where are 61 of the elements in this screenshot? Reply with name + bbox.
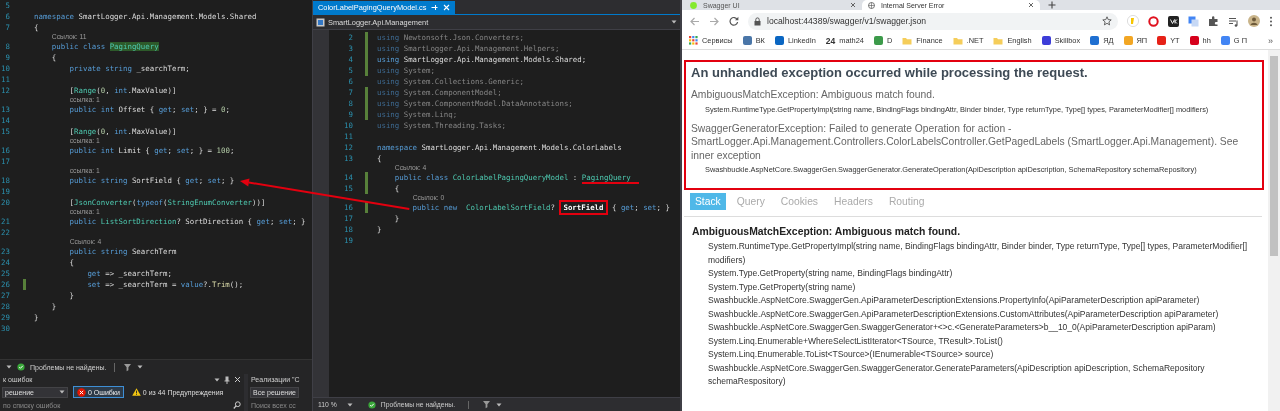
filter-icon[interactable] [123,362,133,372]
close-icon[interactable] [1028,2,1034,8]
stack-frame: System.Type.GetProperty(string name) [684,280,1264,294]
stack-frame: Swashbuckle.AspNetCore.SwaggerGen.SwaggerGenerator+<>c.<GenerateParameters>b__10_0(ApiParameterDescription apiParam) [684,321,1264,335]
site-icon [1041,36,1051,45]
exception-message: AmbiguousMatchException: Ambiguous match found. [691,88,936,102]
caret-icon [59,389,65,395]
site-icon [1157,36,1167,45]
caret-icon [346,401,353,408]
caret-icon [671,19,677,25]
check-icon [17,363,25,371]
site-icon [1123,36,1133,45]
stack-frame: System.Linq.Enumerable+WhereSelectListIterator<TSource, TResult>.ToList() [684,334,1264,348]
ring-icon[interactable] [1148,15,1159,27]
filter-icon[interactable] [482,400,492,409]
translate-icon[interactable] [1188,15,1199,27]
error-heading: An unhandled exception occurred while processing the request. [691,65,1089,80]
reload-icon[interactable] [729,16,739,26]
site-icon [742,36,752,45]
avatar-icon[interactable] [1248,15,1260,27]
lock-icon [754,16,761,26]
stack-frame: System.Type.GetProperty(string name, BindingFlags bindingAttr) [684,267,1264,281]
menu-icon[interactable] [1269,15,1273,27]
stack-frame: Swashbuckle.AspNetCore.SwaggerGen.ApiParameterDescriptionExtensions.CustomAttributes(ApiParameterDescription apiParameter) [684,307,1264,321]
globe-icon [868,1,875,9]
caret-icon[interactable] [6,364,12,370]
extension-icon[interactable] [1168,15,1179,27]
pin-icon[interactable] [431,4,439,11]
puzzle-icon[interactable] [1208,15,1219,27]
stack-frame: Swashbuckle.AspNetCore.SwaggerGen.SwaggerGenerator.GenerateParameters(ApiDescription apiDescription, SchemaRepository schemaRespository) [684,361,1264,389]
apps-icon [689,36,698,45]
playlist-icon[interactable] [1228,15,1239,27]
stack-frame: System.RuntimeType.GetPropertyImpl(string name, BindingFlags bindingAttr, Binder binder, Type returnType, Type[] types, ParameterModifier[] modifiers) [684,240,1264,267]
stack-frame: System.Linq.Enumerable.ToList<TSource>(IEnumerable<TSource> source) [684,348,1264,362]
leaf-icon [690,1,697,9]
caret-icon[interactable] [496,401,503,408]
pin-icon[interactable] [224,375,230,384]
stack-heading: AmbiguousMatchException: Ambiguous match found. [692,226,962,237]
warning-icon [131,388,141,396]
site-icon [1090,36,1100,45]
caret-icon[interactable] [137,364,144,370]
caret-icon[interactable] [214,376,220,383]
site-icon [774,36,784,45]
address-bar[interactable]: localhost:44389/swagger/v1/swagger.json [748,12,1118,30]
exception-message: SwaggerGeneratorException: Failed to generate Operation for action - SmartLogger.Api.Management.Controllers.ColorLabelsController.GetPagedLabels (SmartLogger.Api.Management). See inner exception [691,121,1240,162]
plus-icon[interactable] [1048,1,1056,9]
site-icon [1220,36,1230,45]
folder-icon [993,36,1004,45]
site-icon [873,36,883,45]
more-bookmarks-button[interactable]: » [1268,35,1273,46]
check-icon [367,400,376,409]
folder-icon [902,36,913,45]
star-icon[interactable] [1102,16,1112,26]
search-icon [233,401,241,409]
project-icon [316,17,325,27]
close-icon[interactable] [850,2,856,8]
error-icon [77,387,86,397]
scrollbar[interactable] [1268,50,1280,411]
folder-icon [952,36,963,45]
site-icon [1189,36,1199,45]
stack-frame: Swashbuckle.AspNetCore.SwaggerGen.ApiParameterDescriptionExtensions.PropertyInfo(ApiParameterDescription apiParameter) [684,294,1264,308]
